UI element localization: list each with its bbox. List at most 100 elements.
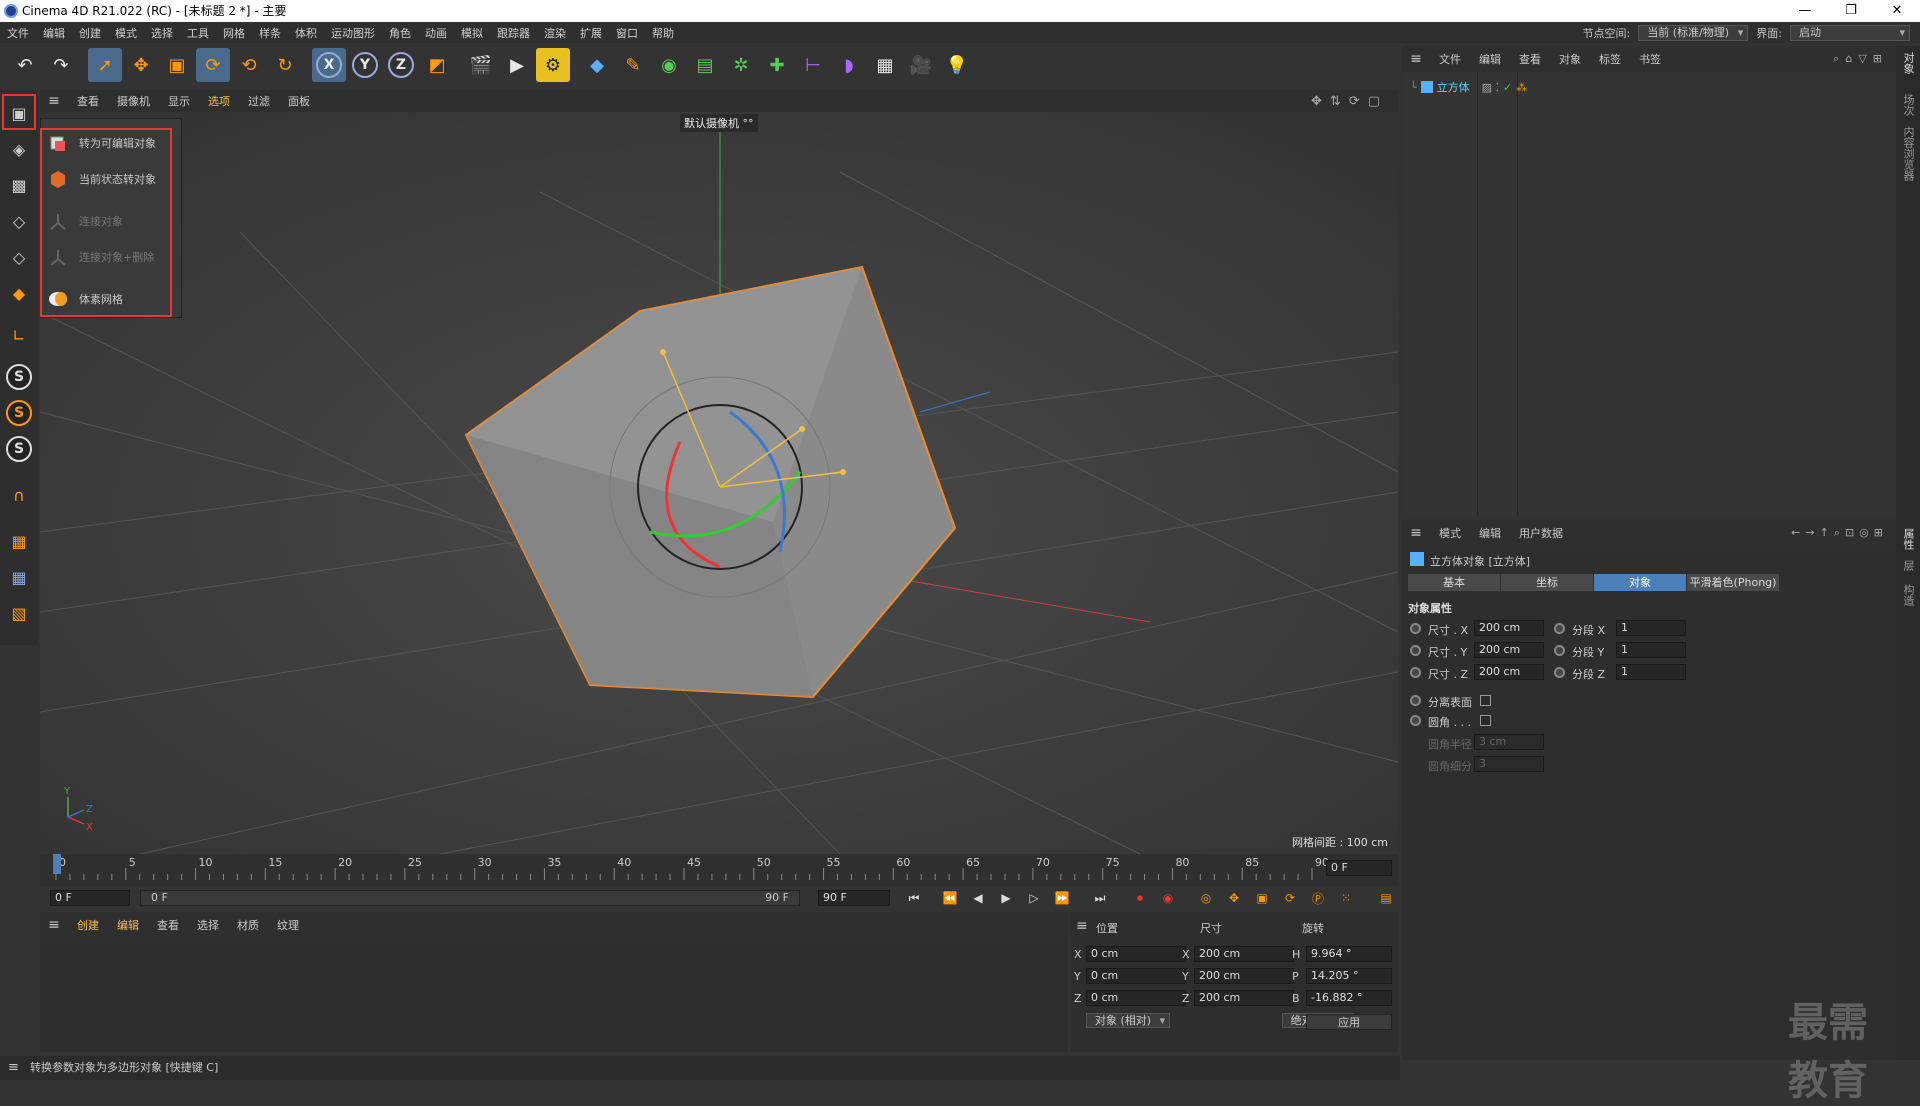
position-y-field[interactable]: 0 cm	[1086, 968, 1186, 984]
attribute-menu-edit[interactable]: 编辑	[1470, 525, 1510, 541]
attribute-menu-mode[interactable]: 模式	[1430, 525, 1470, 541]
object-menu-icon[interactable]: ≡	[1402, 51, 1430, 67]
tab-layers[interactable]: 层	[1900, 560, 1916, 571]
prev-frame-icon[interactable]: ◀	[968, 888, 988, 908]
cube-primitive-icon[interactable]: ◆	[580, 48, 614, 82]
keyframe-selection-icon[interactable]: ◎	[1196, 888, 1216, 908]
size-z-input[interactable]: 200 cm	[1474, 664, 1544, 680]
tab-takes[interactable]: 场次	[1900, 94, 1916, 116]
menu-window[interactable]: 窗口	[609, 25, 645, 41]
anim-radio[interactable]	[1410, 715, 1421, 726]
tab-attributes[interactable]: 属性	[1900, 528, 1916, 550]
viewport-menu-options[interactable]: 选项	[199, 93, 239, 109]
position-z-field[interactable]: 0 cm	[1086, 990, 1186, 1006]
fillet-checkbox[interactable]	[1480, 715, 1491, 726]
attribute-menu-userdata[interactable]: 用户数据	[1510, 525, 1572, 541]
timeline-window-icon[interactable]: ▤	[1376, 888, 1396, 908]
size-x-field[interactable]: 200 cm	[1194, 946, 1294, 962]
segments-x-input[interactable]: 1	[1616, 620, 1686, 636]
model-mode-icon[interactable]: ◈	[4, 134, 34, 164]
viewport-menu-view[interactable]: 查看	[68, 93, 108, 109]
tab-coord[interactable]: 坐标	[1501, 574, 1593, 591]
menu-render[interactable]: 渲染	[537, 25, 573, 41]
playhead[interactable]	[53, 854, 61, 874]
material-menu-select[interactable]: 选择	[188, 917, 228, 933]
visibility-toggle-icon[interactable]: ▨ ⁚	[1482, 81, 1499, 94]
go-to-end-icon[interactable]: ⏭	[1090, 888, 1110, 908]
menu-edit[interactable]: 编辑	[36, 25, 72, 41]
anim-radio[interactable]	[1554, 645, 1565, 656]
object-row-cube[interactable]: └ 立方体 ▨ ⁚ ✓ ⁂	[1410, 78, 1527, 96]
menu-mode[interactable]: 模式	[108, 25, 144, 41]
locked-workplane-icon[interactable]: ▦	[4, 562, 34, 592]
viewport-menu-filter[interactable]: 过滤	[239, 93, 279, 109]
position-x-field[interactable]: 0 cm	[1086, 946, 1186, 962]
anim-radio[interactable]	[1554, 667, 1565, 678]
undo-icon[interactable]: ↶	[8, 48, 42, 82]
rotate-alt-icon[interactable]: ↻	[268, 48, 302, 82]
menu-character[interactable]: 角色	[382, 25, 418, 41]
extrude-generator-icon[interactable]: ▤	[688, 48, 722, 82]
object-menu-view[interactable]: 查看	[1510, 51, 1550, 67]
tab-objects[interactable]: 对象	[1900, 52, 1916, 74]
size-x-input[interactable]: 200 cm	[1474, 620, 1544, 636]
anim-radio[interactable]	[1554, 623, 1565, 634]
snap-settings-icon[interactable]: S	[6, 400, 32, 426]
size-y-field[interactable]: 200 cm	[1194, 968, 1294, 984]
object-menu-bookmarks[interactable]: 书签	[1630, 51, 1670, 67]
snap-icon[interactable]: S	[6, 364, 32, 390]
node-space-dropdown[interactable]: 当前 (标准/物理)	[1638, 24, 1749, 41]
tag-icon[interactable]: ⁂	[1516, 81, 1527, 94]
material-menu-create[interactable]: 创建	[68, 917, 108, 933]
spline-pen-icon[interactable]: ✎	[616, 48, 650, 82]
start-frame-field[interactable]: 0 F	[50, 890, 130, 906]
anim-radio[interactable]	[1410, 645, 1421, 656]
texture-mode-icon[interactable]: ▩	[4, 170, 34, 200]
scale-icon[interactable]: ▣	[160, 48, 194, 82]
mograph-icon[interactable]: ✚	[760, 48, 794, 82]
menu-create[interactable]: 创建	[72, 25, 108, 41]
camera-icon[interactable]: 🎥	[904, 48, 938, 82]
close-button[interactable]: ✕	[1874, 0, 1920, 22]
current-frame-field[interactable]: 0 F	[1326, 860, 1392, 876]
key-position-icon[interactable]: ✥	[1224, 888, 1244, 908]
object-menu-tags[interactable]: 标签	[1590, 51, 1630, 67]
tab-basic[interactable]: 基本	[1408, 574, 1500, 591]
rotate-icon[interactable]: ⟳	[196, 48, 230, 82]
object-name[interactable]: 立方体	[1437, 79, 1470, 95]
material-menu-edit[interactable]: 编辑	[108, 917, 148, 933]
rotation-p-field[interactable]: 14.205 °	[1306, 968, 1392, 984]
move-icon[interactable]: ✥	[124, 48, 158, 82]
viewport-menu-display[interactable]: 显示	[159, 93, 199, 109]
anim-radio[interactable]	[1410, 623, 1421, 634]
next-frame-icon[interactable]: ▷	[1024, 888, 1044, 908]
redo-icon[interactable]: ↷	[44, 48, 78, 82]
end-frame-field[interactable]: 90 F	[818, 890, 890, 906]
menu-animate[interactable]: 动画	[418, 25, 454, 41]
key-param-icon[interactable]: Ⓟ	[1308, 888, 1328, 908]
rotation-h-field[interactable]: 9.964 °	[1306, 946, 1392, 962]
menu-volume[interactable]: 体积	[288, 25, 324, 41]
gizmo-handle-point[interactable]	[660, 349, 666, 355]
tab-phong[interactable]: 平滑着色(Phong)	[1687, 574, 1779, 591]
menu-tracker[interactable]: 跟踪器	[490, 25, 537, 41]
timeline-ruler[interactable]: 0 5 10 15 20 25 30 35 40 45 50 55 60 65 70 75 80 85 90 0 F	[40, 854, 1398, 888]
anim-radio[interactable]	[1410, 695, 1421, 706]
viewport-nav-icons[interactable]: ✥⇅⟳▢	[1311, 94, 1388, 109]
z-axis-lock-icon[interactable]: Z	[384, 48, 418, 82]
workplane-icon[interactable]: ▦	[4, 526, 34, 556]
render-view-icon[interactable]: 🎬	[464, 48, 498, 82]
menu-file[interactable]: 文件	[0, 25, 36, 41]
minimize-button[interactable]: —	[1782, 0, 1828, 22]
key-rotation-icon[interactable]: ⟳	[1280, 888, 1300, 908]
menu-spline[interactable]: 样条	[252, 25, 288, 41]
attribute-menu-icon[interactable]: ≡	[1402, 525, 1430, 541]
planar-workplane-icon[interactable]: ▧	[4, 598, 34, 628]
tab-object[interactable]: 对象	[1594, 574, 1686, 591]
coordinate-system-icon[interactable]: ◩	[420, 48, 454, 82]
status-menu-icon[interactable]: ≡	[8, 1056, 19, 1080]
segments-z-input[interactable]: 1	[1616, 664, 1686, 680]
render-picture-viewer-icon[interactable]: ▶	[500, 48, 534, 82]
maximize-button[interactable]: ❐	[1828, 0, 1874, 22]
subdivision-surface-icon[interactable]: ◉	[652, 48, 686, 82]
